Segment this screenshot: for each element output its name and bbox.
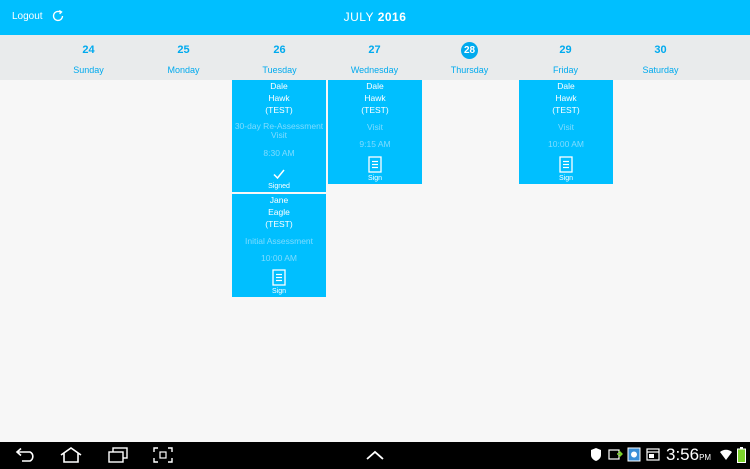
patient-tag: (TEST) (552, 105, 580, 115)
status-label: Signed (268, 183, 290, 190)
appointment-card[interactable]: Dale Hawk (TEST) 30-day Re-Assessment Vi… (232, 80, 326, 192)
battery-icon (737, 447, 746, 463)
home-icon[interactable] (59, 447, 83, 463)
day-tuesday[interactable]: 26 Tuesday (232, 35, 327, 80)
patient-last-name: Eagle (268, 207, 290, 217)
month-title: JULY 2016 (0, 10, 750, 24)
day-name: Friday (552, 65, 578, 75)
day-number: 27 (368, 44, 381, 56)
document-sign-icon[interactable] (559, 156, 573, 173)
appointment-card[interactable]: Dale Hawk (TEST) Visit 10:00 AM Sign (519, 80, 613, 184)
day-number-today: 28 (461, 42, 478, 59)
visit-time: 10:00 AM (548, 139, 584, 149)
screenshot-icon[interactable] (153, 447, 173, 463)
day-wednesday[interactable]: 27 Wednesday (327, 35, 422, 80)
visit-type: Visit (558, 122, 574, 132)
day-name: Tuesday (262, 65, 297, 75)
day-name: Monday (167, 65, 200, 75)
patient-first-name: Jane (269, 195, 289, 205)
sign-label[interactable]: Sign (232, 287, 326, 296)
day-number: 26 (273, 44, 286, 56)
day-number: 24 (82, 44, 95, 56)
patient-first-name: Dale (270, 81, 288, 91)
patient-tag: (TEST) (265, 219, 293, 229)
clock-time: 3:56 (666, 445, 700, 464)
visit-type: Visit (367, 122, 383, 132)
month-year: 2016 (377, 10, 407, 24)
patient-last-name: Hawk (555, 93, 577, 103)
day-thursday[interactable]: 28 Thursday (422, 35, 517, 80)
system-nav-bar: 3:56PM (0, 442, 750, 469)
visit-type: Initial Assessment (244, 236, 314, 246)
day-number: 30 (654, 44, 667, 56)
patient-first-name: Dale (557, 81, 575, 91)
app-notification-icon (627, 447, 641, 462)
back-icon[interactable] (14, 447, 36, 463)
visit-time: 9:15 AM (359, 139, 391, 149)
clock-ampm: PM (699, 453, 712, 462)
day-friday[interactable]: 29 Friday (518, 35, 613, 80)
calendar-icon (646, 448, 660, 461)
day-name: Saturday (642, 65, 679, 75)
day-sunday[interactable]: 24 Sunday (41, 35, 136, 80)
shield-icon (591, 448, 601, 461)
week-header: 24 Sunday 25 Monday 26 Tuesday 27 Wednes… (0, 35, 750, 80)
day-name: Sunday (73, 65, 104, 75)
patient-last-name: Hawk (364, 93, 386, 103)
visit-type: 30-day Re-Assessment Visit (234, 121, 324, 140)
document-sign-icon[interactable] (368, 156, 382, 173)
patient-tag: (TEST) (361, 105, 389, 115)
day-number: 25 (177, 44, 190, 56)
wifi-icon (720, 449, 732, 460)
month-name: JULY (343, 10, 374, 24)
chevron-up-icon[interactable] (366, 450, 384, 460)
recent-apps-icon[interactable] (107, 447, 129, 463)
patient-tag: (TEST) (265, 105, 293, 115)
visit-time: 8:30 AM (263, 148, 295, 158)
day-monday[interactable]: 25 Monday (136, 35, 231, 80)
download-icon (608, 449, 623, 460)
top-bar: Logout JULY 2016 (0, 0, 750, 35)
visit-time: 10:00 AM (261, 253, 297, 263)
sign-label[interactable]: Sign (519, 174, 613, 183)
appointment-card[interactable]: Jane Eagle (TEST) Initial Assessment 10:… (232, 194, 326, 297)
document-sign-icon[interactable] (272, 269, 286, 286)
checkmark-icon (273, 169, 285, 180)
day-number: 29 (559, 44, 572, 56)
appointment-card[interactable]: Dale Hawk (TEST) Visit 9:15 AM Sign (328, 80, 422, 184)
day-name: Thursday (450, 65, 489, 75)
status-clock: 3:56PM (666, 445, 711, 465)
day-saturday[interactable]: 30 Saturday (613, 35, 708, 80)
sign-label[interactable]: Sign (328, 174, 422, 183)
patient-first-name: Dale (366, 81, 384, 91)
patient-last-name: Hawk (268, 93, 290, 103)
day-name: Wednesday (350, 65, 399, 75)
